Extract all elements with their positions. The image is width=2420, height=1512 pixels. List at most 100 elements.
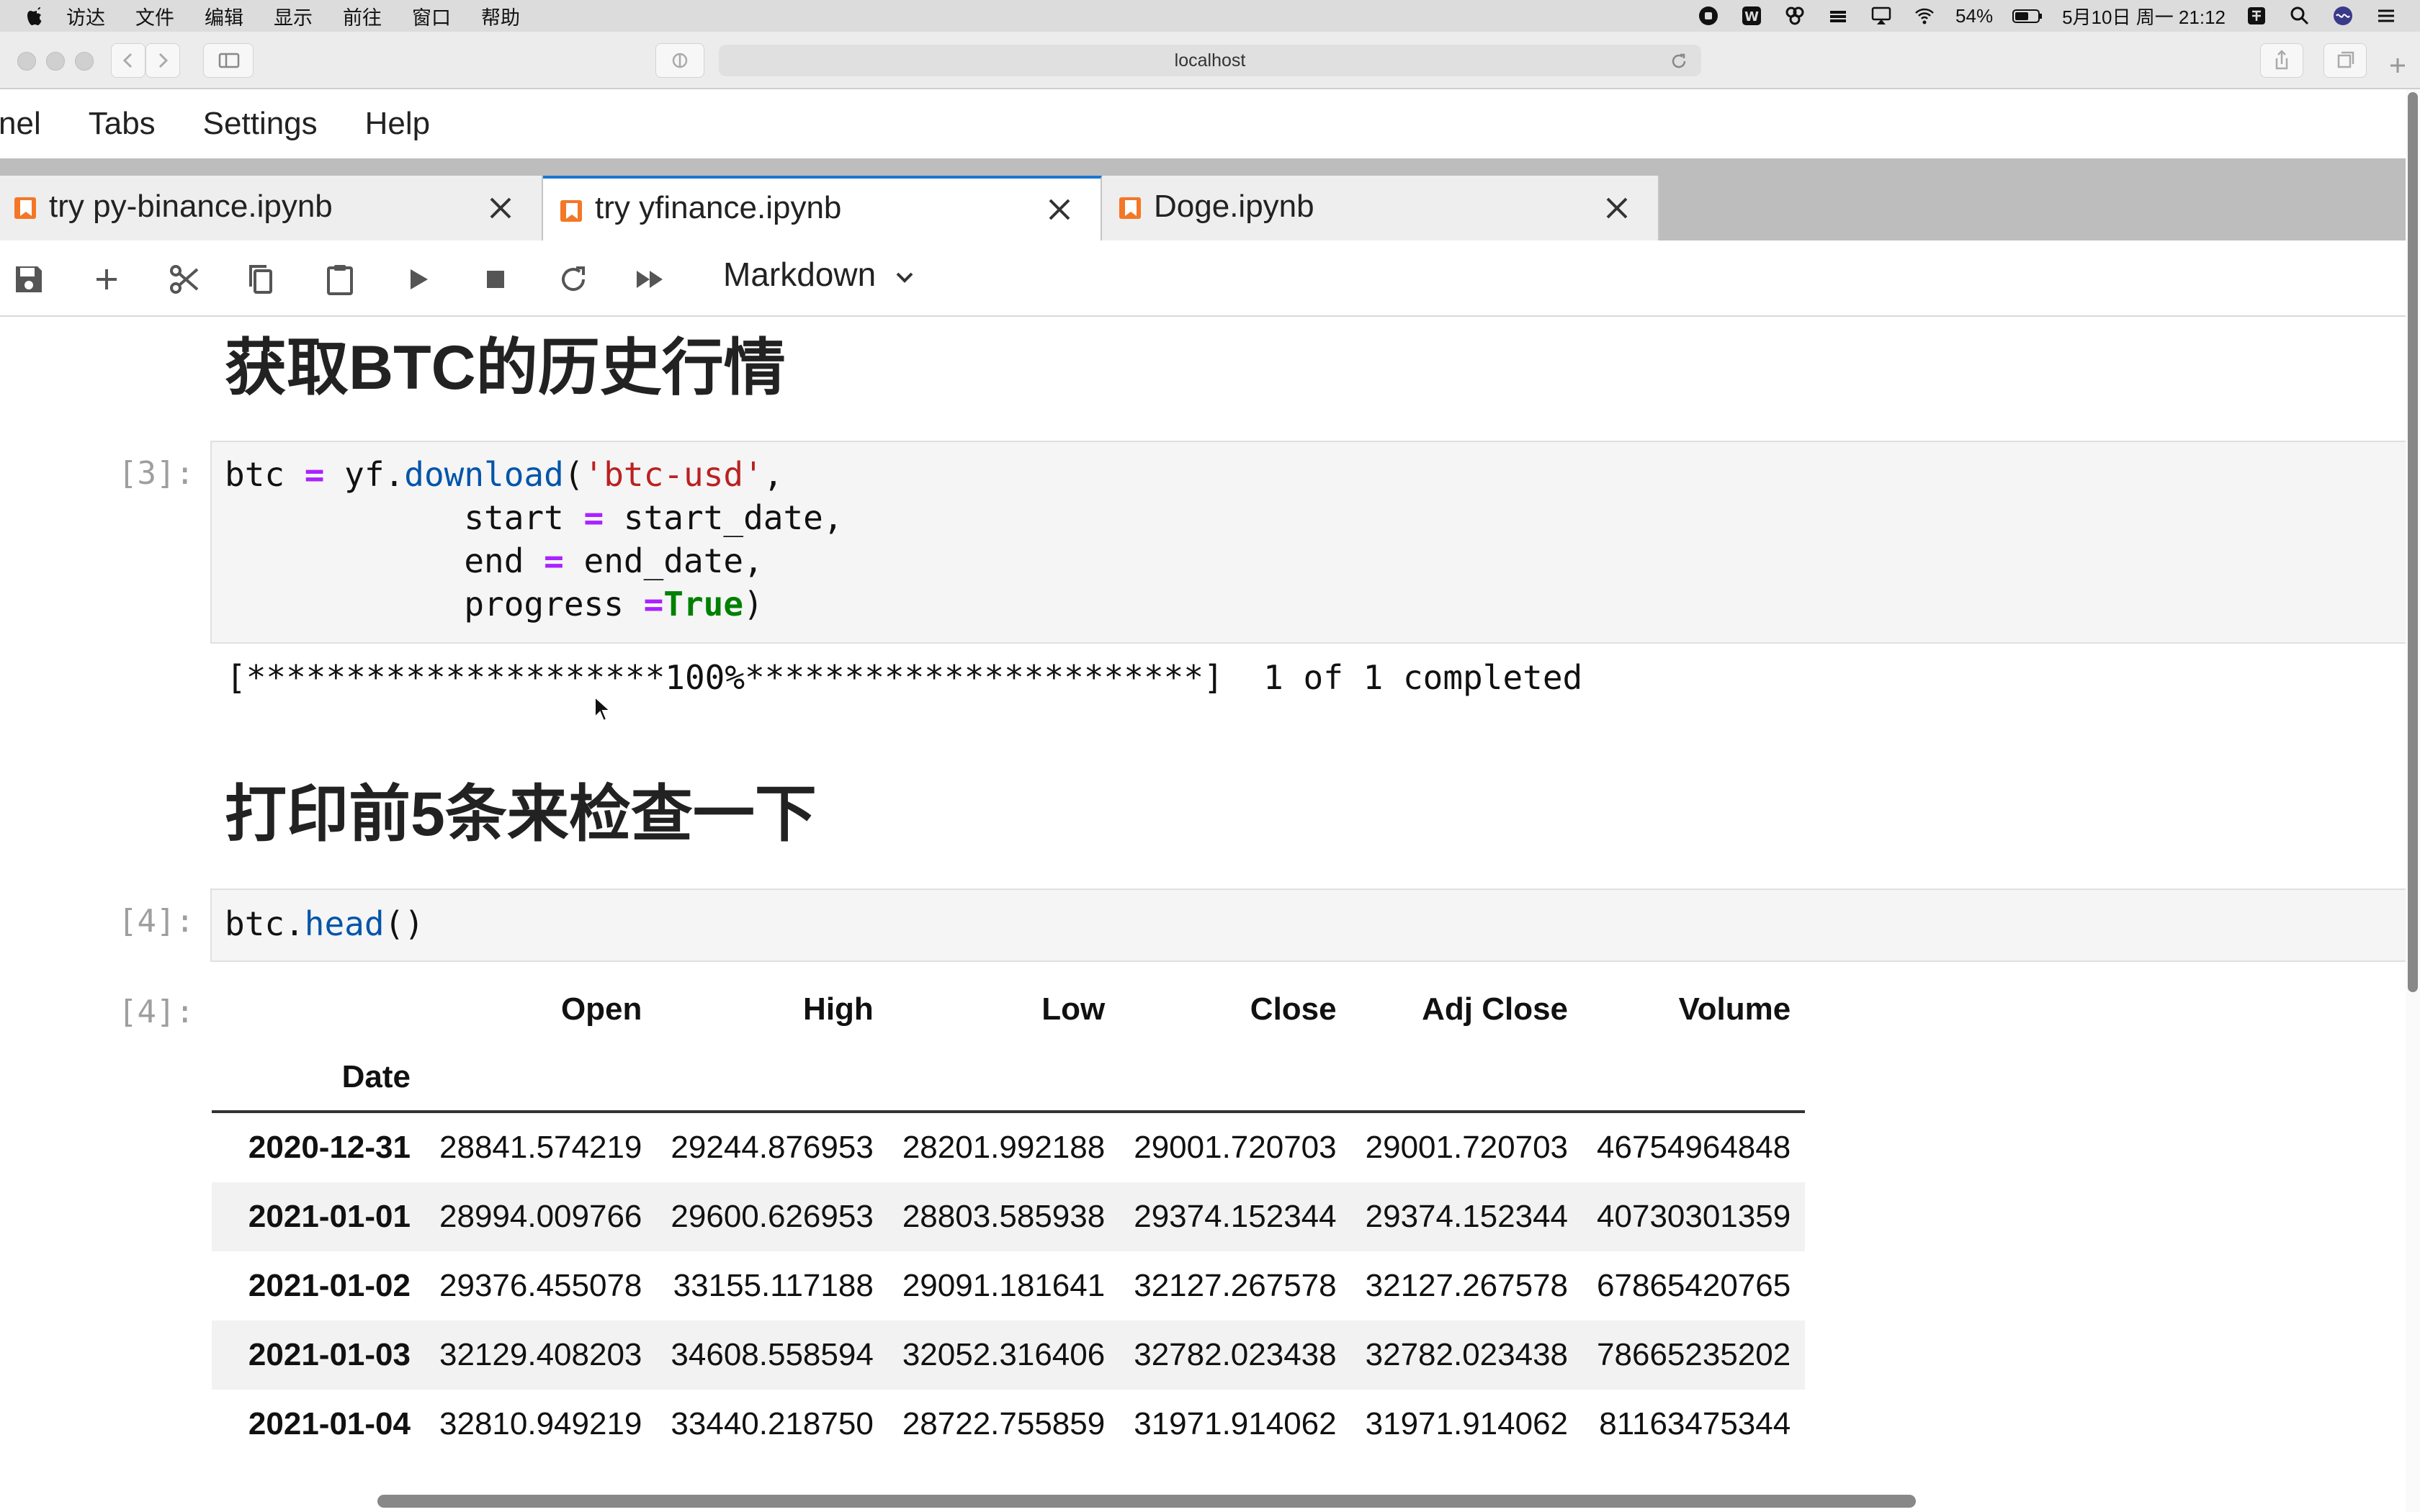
table-cell: 28722.755859 bbox=[902, 1406, 1106, 1441]
tab-overview-button[interactable] bbox=[2323, 43, 2367, 78]
vertical-scrollbar-thumb[interactable] bbox=[2408, 92, 2418, 992]
cell-type-select[interactable]: Markdown bbox=[723, 255, 913, 294]
table-cell: 32127.267578 bbox=[1134, 1268, 1337, 1303]
reload-icon[interactable] bbox=[1670, 52, 1688, 71]
row-index: 2021-01-02 bbox=[248, 1268, 411, 1303]
table-cell: 67865420765 bbox=[1597, 1268, 1791, 1303]
window-close-button[interactable] bbox=[17, 52, 36, 71]
clock[interactable]: 5月10日 周一 21:12 bbox=[2062, 3, 2226, 30]
run-icon[interactable] bbox=[400, 262, 435, 297]
code-cell-4[interactable]: btc.head() bbox=[210, 888, 2414, 962]
stack-icon[interactable] bbox=[1826, 5, 1850, 27]
notebook-icon bbox=[1119, 197, 1141, 219]
table-cell: 78665235202 bbox=[1597, 1337, 1791, 1372]
airplay-icon[interactable] bbox=[1869, 5, 1894, 27]
save-icon[interactable] bbox=[12, 262, 46, 297]
new-tab-icon[interactable] bbox=[2387, 55, 2408, 76]
row-index: 2021-01-01 bbox=[248, 1199, 411, 1234]
battery-icon[interactable] bbox=[2012, 5, 2043, 27]
code-line: btc.head() bbox=[225, 904, 424, 943]
cell-type-value: Markdown bbox=[723, 256, 877, 293]
svg-text:W: W bbox=[1744, 9, 1759, 24]
table-cell: 29001.720703 bbox=[1365, 1130, 1569, 1165]
window-minimize-button[interactable] bbox=[46, 52, 65, 71]
notebook-toolbar: Markdown bbox=[0, 240, 2406, 317]
menu-go[interactable]: 前往 bbox=[343, 2, 382, 30]
table-row: 2020-12-31 28841.574219 29244.876953 282… bbox=[212, 1112, 1806, 1182]
tab-label: try yfinance.ipynb bbox=[595, 190, 842, 225]
column-header: High bbox=[803, 991, 874, 1027]
mouse-cursor-icon bbox=[594, 696, 611, 722]
apple-icon[interactable] bbox=[27, 5, 46, 27]
siri-icon[interactable] bbox=[2331, 5, 2355, 27]
battery-percent: 54% bbox=[1955, 4, 1994, 27]
tab-label: try py-binance.ipynb bbox=[49, 189, 333, 224]
back-button[interactable] bbox=[111, 43, 145, 78]
menu-help[interactable]: 帮助 bbox=[481, 2, 520, 30]
table-cell: 32127.267578 bbox=[1365, 1268, 1569, 1303]
index-name: Date bbox=[212, 1044, 425, 1113]
table-cell: 28201.992188 bbox=[902, 1130, 1106, 1165]
code-line: btc = yf.download('btc-usd', bbox=[225, 455, 784, 494]
sidebar-button[interactable] bbox=[203, 43, 254, 78]
input-method-icon[interactable] bbox=[2244, 5, 2269, 27]
spotlight-search-icon[interactable] bbox=[2287, 5, 2312, 27]
add-cell-icon[interactable] bbox=[89, 262, 124, 297]
chevron-left-icon bbox=[122, 53, 133, 68]
copy-icon[interactable] bbox=[243, 262, 278, 297]
menu-view[interactable]: 显示 bbox=[274, 2, 313, 30]
share-button[interactable] bbox=[2260, 43, 2303, 78]
table-cell: 32782.023438 bbox=[1365, 1337, 1569, 1372]
notebook-tab-bar: try py-binance.ipynb try yfinance.ipynb … bbox=[0, 158, 2406, 240]
menu-tabs[interactable]: Tabs bbox=[89, 106, 156, 142]
table-cell: 32810.949219 bbox=[439, 1406, 642, 1441]
chevron-down-icon bbox=[896, 272, 913, 283]
table-cell: 31971.914062 bbox=[1365, 1406, 1569, 1441]
cloud-sync-icon[interactable] bbox=[1783, 5, 1807, 27]
close-icon[interactable] bbox=[487, 194, 514, 222]
wifi-icon[interactable] bbox=[1912, 5, 1937, 27]
table-cell: 46754964848 bbox=[1597, 1130, 1791, 1165]
address-text: localhost bbox=[1174, 50, 1246, 71]
menu-finder[interactable]: 访达 bbox=[66, 2, 105, 30]
tab-doge[interactable]: Doge.ipynb bbox=[1102, 176, 1659, 240]
restart-icon[interactable] bbox=[556, 262, 591, 297]
column-header: Adj Close bbox=[1422, 991, 1569, 1027]
close-icon[interactable] bbox=[1603, 194, 1631, 222]
sidebar-icon bbox=[218, 53, 240, 68]
share-icon bbox=[2275, 50, 2288, 70]
control-center-icon[interactable] bbox=[2374, 5, 2398, 27]
browser-toolbar: localhost bbox=[0, 32, 2420, 89]
address-bar[interactable]: localhost bbox=[719, 45, 1701, 76]
stop-icon[interactable] bbox=[478, 262, 513, 297]
window-zoom-button[interactable] bbox=[75, 52, 94, 71]
code-line: end = end_date, bbox=[464, 541, 763, 580]
table-cell: 81163475344 bbox=[1599, 1406, 1791, 1441]
menu-help-jupyter[interactable]: Help bbox=[365, 106, 431, 142]
code-cell-3[interactable]: btc = yf.download('btc-usd', start = sta… bbox=[210, 441, 2414, 644]
menu-kernel[interactable]: nel bbox=[0, 106, 41, 142]
forward-button[interactable] bbox=[145, 43, 180, 78]
menu-edit[interactable]: 编辑 bbox=[205, 2, 243, 30]
horizontal-scrollbar-thumb[interactable] bbox=[377, 1495, 1916, 1508]
privacy-report-button[interactable] bbox=[655, 43, 704, 78]
notebook-icon bbox=[14, 197, 36, 219]
table-corner bbox=[212, 975, 425, 1044]
tab-label: Doge.ipynb bbox=[1154, 189, 1314, 224]
jupyter-menubar: nel Tabs Settings Help bbox=[0, 89, 2406, 158]
w-app-icon[interactable]: W bbox=[1739, 5, 1764, 27]
cut-icon[interactable] bbox=[167, 262, 202, 297]
markdown-heading-1: 获取BTC的历史行情 bbox=[225, 333, 786, 402]
table-cell: 29244.876953 bbox=[671, 1130, 874, 1165]
fast-forward-icon[interactable] bbox=[632, 262, 667, 297]
menu-settings[interactable]: Settings bbox=[203, 106, 318, 142]
menu-file[interactable]: 文件 bbox=[135, 2, 174, 30]
notebook-icon bbox=[560, 200, 582, 222]
column-header: Volume bbox=[1678, 991, 1791, 1027]
tab-try-py-binance[interactable]: try py-binance.ipynb bbox=[0, 176, 543, 240]
paste-icon[interactable] bbox=[323, 262, 357, 297]
menu-window[interactable]: 窗口 bbox=[412, 2, 451, 30]
close-icon[interactable] bbox=[1046, 196, 1073, 223]
tab-try-yfinance[interactable]: try yfinance.ipynb bbox=[543, 176, 1102, 240]
record-icon[interactable] bbox=[1696, 5, 1721, 27]
